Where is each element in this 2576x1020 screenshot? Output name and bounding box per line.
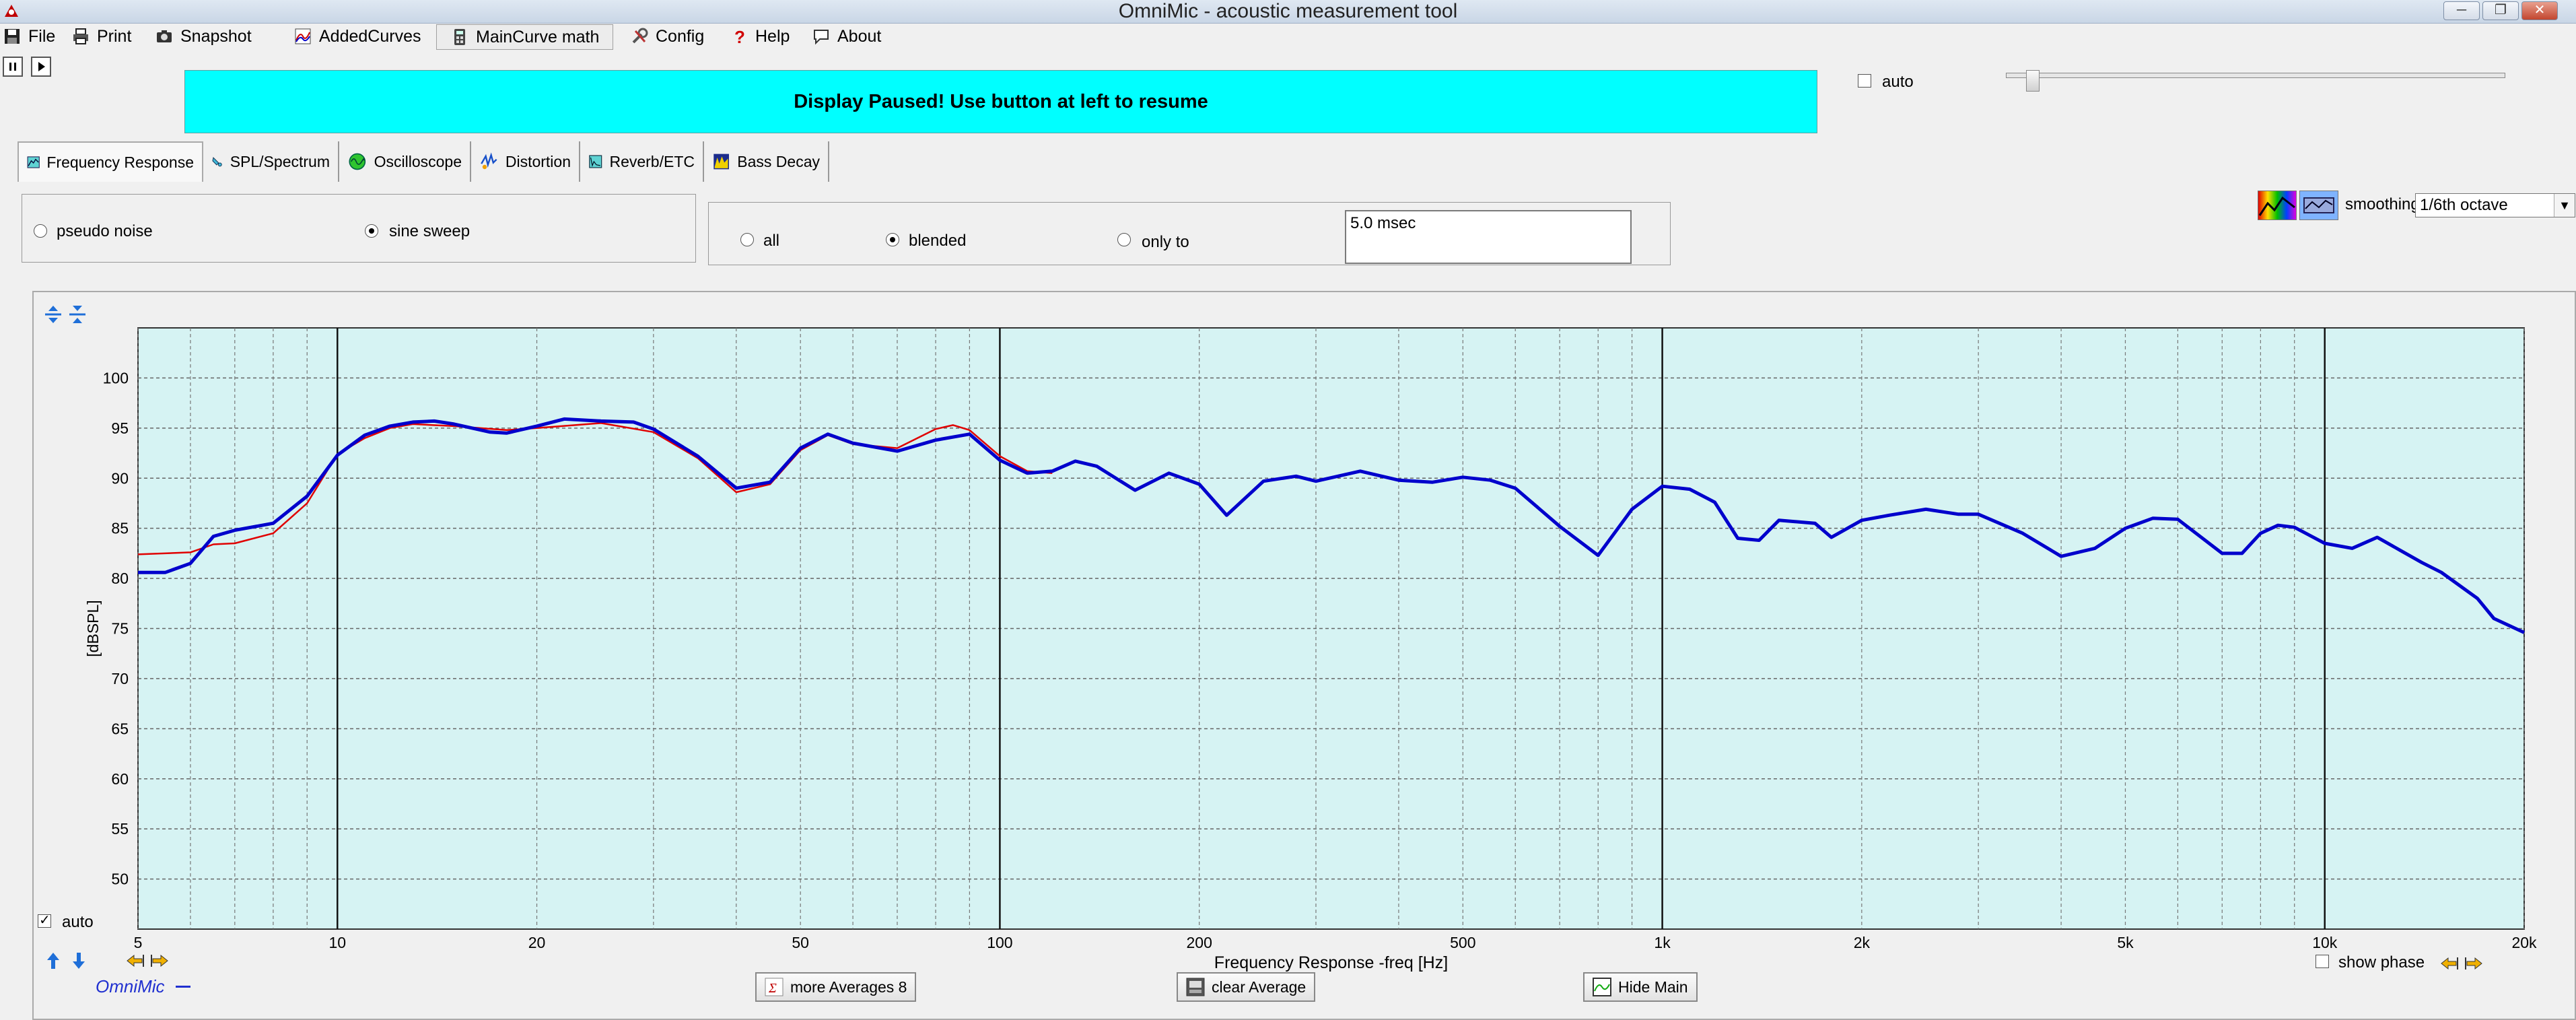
sum-sigma-icon: Σ — [765, 978, 784, 996]
x-tick-label: 100 — [987, 934, 1012, 951]
y-tick-label: 55 — [111, 820, 129, 838]
frequency-response-chart: 50 55 60 65 70 75 80 85 90 95 100 5 10 20 50 100 200 500 1… — [84, 327, 2537, 972]
omnimic-brand-label: OmniMic — [96, 976, 165, 996]
x-tick-label: 5k — [2117, 934, 2134, 951]
y-tick-label: 95 — [111, 419, 129, 437]
y-axis-label: [dBSPL] — [84, 600, 102, 656]
clear-average-button[interactable]: clear Average — [1177, 972, 1316, 1002]
y-tick-label: 70 — [111, 670, 129, 687]
x-tick-label: 1k — [1654, 934, 1671, 951]
x-axis-label: Frequency Response -freq [Hz] — [1214, 953, 1448, 972]
x-tick-label: 10k — [2312, 934, 2338, 951]
x-tick-label: 500 — [1450, 934, 1475, 951]
show-phase-label: show phase — [2338, 953, 2425, 972]
x-tick-label: 2k — [1854, 934, 1871, 951]
x-tick-label: 5 — [134, 934, 143, 951]
y-tick-label: 80 — [111, 570, 129, 587]
pan-right-icon[interactable] — [149, 951, 170, 971]
clear-average-icon — [1186, 978, 1205, 996]
zoom-out-vertical-icon[interactable] — [67, 304, 88, 325]
scroll-down-icon[interactable] — [69, 951, 89, 971]
pan-left-icon[interactable] — [125, 951, 145, 971]
y-tick-label: 50 — [111, 871, 129, 888]
omnimic-brand: OmniMic — [96, 976, 190, 997]
y-tick-label: 75 — [111, 620, 129, 638]
show-phase-checkbox[interactable] — [2316, 955, 2329, 968]
y-tick-label: 90 — [111, 469, 129, 487]
more-averages-button[interactable]: Σ more Averages 8 — [755, 972, 917, 1002]
x-tick-label: 50 — [792, 934, 809, 951]
zoom-in-vertical-icon[interactable] — [43, 304, 63, 325]
hide-main-icon — [1593, 978, 1611, 996]
y-tick-label: 60 — [111, 770, 129, 788]
pan-left-bottom-icon[interactable] — [2439, 953, 2460, 974]
svg-text:Σ: Σ — [768, 981, 777, 996]
y-tick-label: 100 — [103, 369, 129, 386]
x-tick-label: 20k — [2511, 934, 2537, 951]
pan-right-bottom-icon[interactable] — [2464, 953, 2484, 974]
graph-auto-checkbox[interactable] — [38, 912, 51, 928]
y-tick-label: 65 — [111, 720, 129, 737]
y-tick-label: 85 — [111, 520, 129, 537]
graph-auto-label: auto — [62, 913, 94, 931]
hide-main-label: Hide Main — [1618, 978, 1688, 996]
hide-main-button[interactable]: Hide Main — [1583, 972, 1698, 1002]
more-averages-label: more Averages 8 — [790, 978, 907, 996]
x-tick-label: 200 — [1186, 934, 1212, 951]
clear-average-label: clear Average — [1212, 978, 1307, 996]
x-tick-label: 20 — [528, 934, 546, 951]
scroll-up-icon[interactable] — [43, 951, 63, 971]
brand-line-swatch — [175, 986, 190, 988]
x-tick-label: 10 — [328, 934, 346, 951]
